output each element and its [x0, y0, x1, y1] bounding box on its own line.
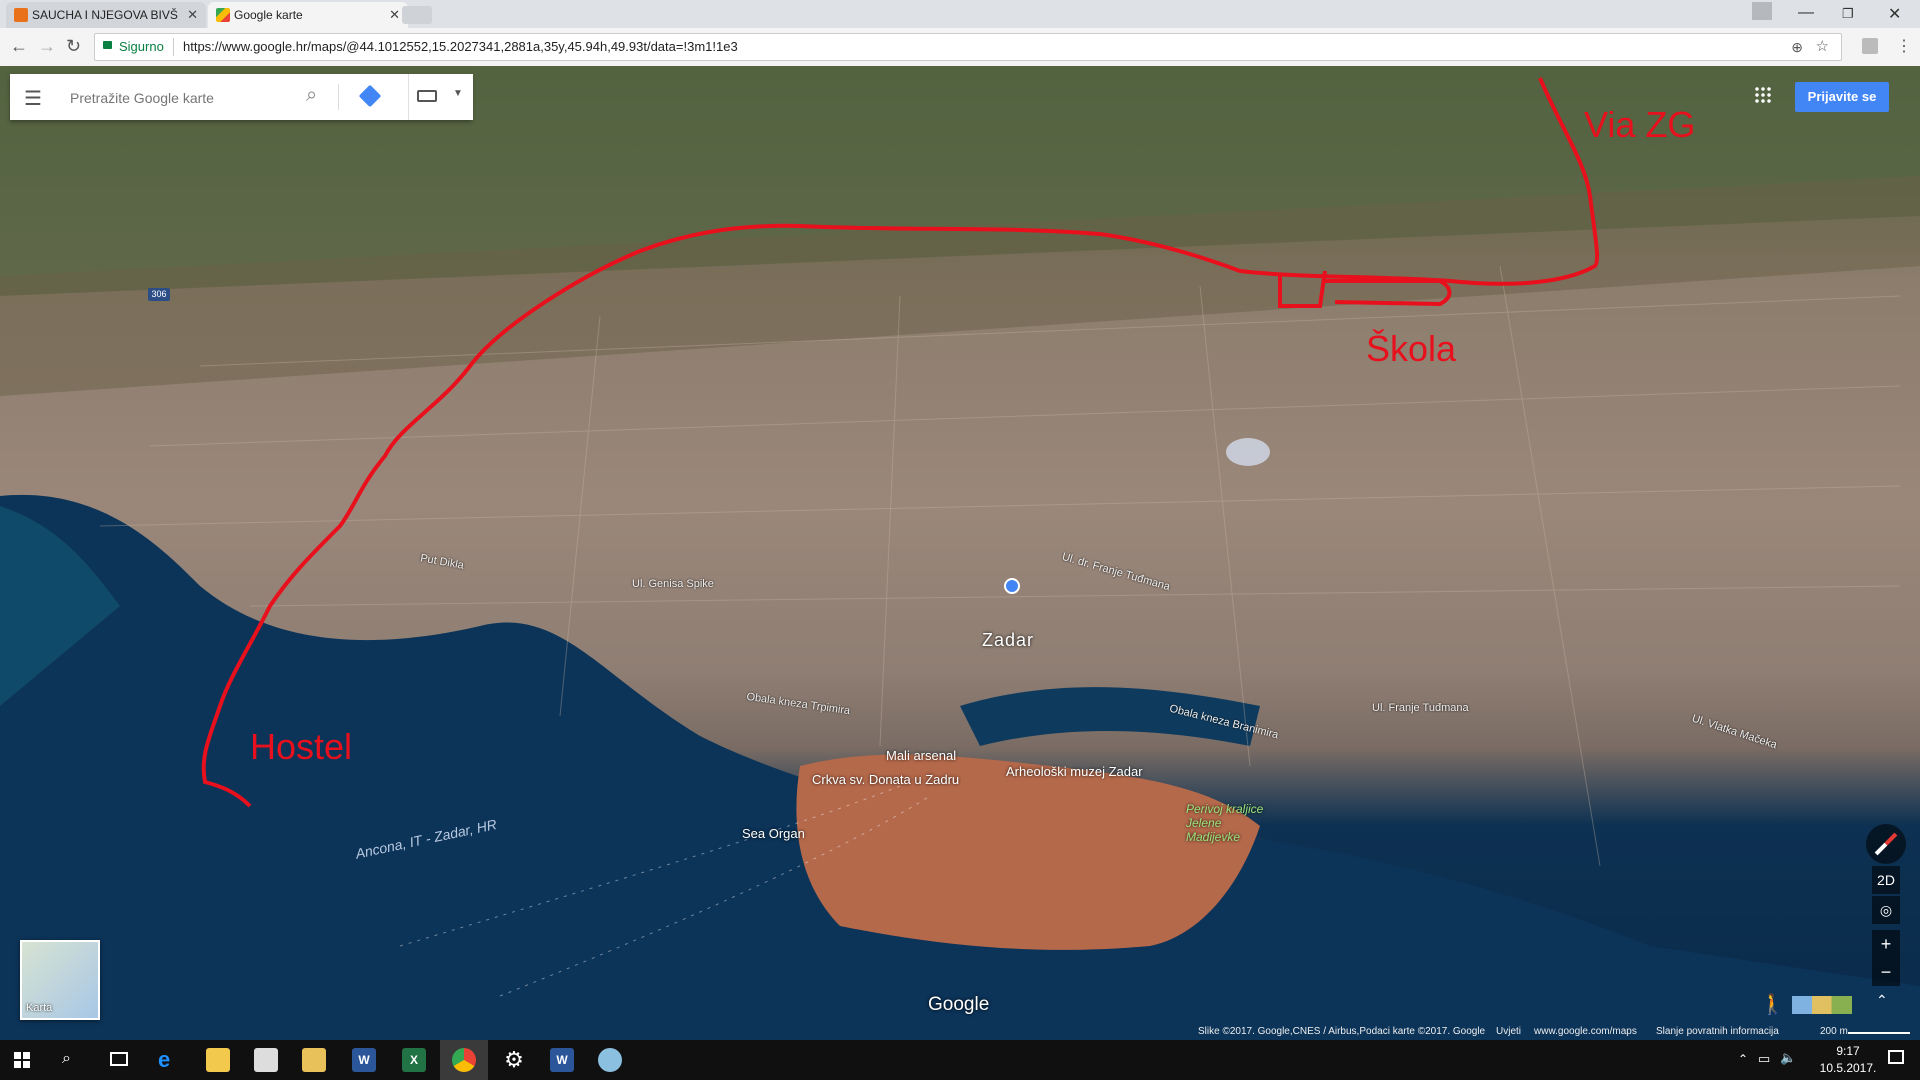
poi-label[interactable]: Arheološki muzej Zadar — [1006, 764, 1143, 779]
word-icon[interactable]: W — [550, 1048, 574, 1072]
clock-date[interactable]: 10.5.2017. — [1818, 1061, 1878, 1075]
edge-icon[interactable]: e — [158, 1048, 182, 1072]
folder-icon[interactable] — [302, 1048, 326, 1072]
view-2d-button[interactable]: 2D — [1872, 866, 1900, 894]
pegman-icon[interactable]: 🚶 — [1760, 992, 1785, 1018]
close-window-icon[interactable]: ✕ — [1888, 4, 1901, 24]
word-letter: W — [556, 1053, 568, 1067]
star-icon[interactable]: ☆ — [1816, 34, 1829, 60]
windows-taskbar: ⌕ e W X ⚙ W ⌃ ▭ 🔈 9:17 10.5.2017. — [0, 1040, 1920, 1080]
imagery-thumbnails[interactable] — [1792, 996, 1852, 1014]
browser-tab-strip: SAUCHA I NJEGOVA BIVŠ ✕ Google karte ✕ —… — [0, 0, 1920, 28]
feedback-link[interactable]: Slanje povratnih informacija — [1656, 1026, 1779, 1037]
poi-label[interactable]: Sea Organ — [742, 826, 805, 841]
excel-letter: X — [409, 1053, 418, 1067]
keyboard-icon[interactable] — [417, 90, 437, 102]
street-label: Ul. Franje Tuđmana — [1372, 702, 1469, 714]
tray-chevron-icon[interactable]: ⌃ — [1738, 1052, 1748, 1066]
extension-icon[interactable] — [1862, 38, 1878, 54]
road-shield: 306 — [148, 288, 170, 301]
credits-text: Slike ©2017. Google,CNES / Airbus,Podaci… — [1198, 1026, 1486, 1037]
zoom-in-button[interactable]: + — [1872, 930, 1900, 958]
close-icon[interactable]: ✕ — [187, 7, 198, 23]
scale-bar — [1848, 1032, 1910, 1034]
settings-icon[interactable]: ⚙ — [502, 1048, 526, 1072]
sports-hall — [1226, 438, 1270, 466]
map-footer: Slike ©2017. Google,CNES / Airbus,Podaci… — [1190, 1026, 1920, 1040]
sign-in-button[interactable]: Prijavite se — [1795, 82, 1889, 112]
chevron-up-icon[interactable]: ⌃ — [1876, 992, 1888, 1009]
file-explorer-icon[interactable] — [206, 1048, 230, 1072]
volume-icon[interactable]: 🔈 — [1780, 1050, 1796, 1066]
street-label: Ul. Genisa Spike — [632, 578, 714, 590]
chrome-icon[interactable] — [452, 1048, 476, 1072]
profile-icon[interactable] — [1752, 2, 1772, 20]
forward-icon[interactable]: → — [38, 36, 56, 57]
search-input[interactable] — [68, 86, 302, 110]
my-location-icon[interactable]: ◎ — [1872, 896, 1900, 924]
minimize-icon[interactable]: — — [1798, 4, 1814, 22]
tab-title: SAUCHA I NJEGOVA BIVŠ — [32, 8, 178, 22]
menu-icon[interactable]: ⋮ — [1896, 36, 1912, 56]
directions-icon[interactable] — [358, 84, 382, 108]
secure-label: Sigurno — [119, 39, 164, 54]
reload-icon[interactable]: ↻ — [66, 36, 81, 57]
map-imagery — [0, 66, 1920, 1040]
task-view-icon[interactable] — [110, 1052, 128, 1066]
google-logo: Google — [928, 994, 990, 1015]
location-icon[interactable]: ⊕ — [1791, 34, 1803, 60]
restore-icon[interactable]: ❐ — [1842, 6, 1854, 22]
input-tools: ▼ — [408, 74, 473, 120]
tab-saucha[interactable]: SAUCHA I NJEGOVA BIVŠ ✕ — [6, 2, 206, 28]
browser-toolbar: ← → ↻ Sigurno https://www.google.hr/maps… — [0, 28, 1920, 67]
chevron-down-icon[interactable]: ▼ — [453, 88, 463, 99]
poi-label[interactable]: Mali arsenal — [886, 748, 956, 763]
apps-grid-icon[interactable] — [1754, 86, 1772, 104]
scale-text: 200 m — [1820, 1026, 1848, 1037]
site-link[interactable]: www.google.com/maps — [1534, 1026, 1637, 1037]
play-icon — [14, 8, 28, 22]
annotation-skola: Škola — [1366, 328, 1457, 369]
hamburger-menu-icon[interactable]: ☰ — [24, 86, 42, 111]
close-icon[interactable]: ✕ — [389, 7, 400, 23]
excel-icon[interactable]: X — [402, 1048, 426, 1072]
minimap-label: Karta — [26, 1002, 53, 1014]
clock-time[interactable]: 9:17 — [1818, 1044, 1878, 1058]
network-icon[interactable]: ▭ — [1758, 1051, 1770, 1067]
poi-label[interactable]: Crkva sv. Donata u Zadru — [812, 772, 959, 787]
satellite-map[interactable]: Via ZG Škola Hostel Zadar Mali arsenal C… — [0, 66, 1920, 1040]
start-icon[interactable] — [14, 1052, 30, 1068]
word-letter: W — [358, 1053, 370, 1067]
word-icon[interactable]: W — [352, 1048, 376, 1072]
compass-icon[interactable] — [1866, 824, 1906, 864]
action-center-icon[interactable] — [1888, 1050, 1904, 1064]
divider — [338, 84, 339, 110]
park-label: Perivoj kraljice Jelene Madijevke — [1186, 802, 1264, 844]
store-icon[interactable] — [254, 1048, 278, 1072]
search-icon[interactable]: ⌕ — [306, 84, 317, 107]
maps-icon — [216, 8, 230, 22]
city-label: Zadar — [982, 630, 1035, 650]
zoom-out-button[interactable]: − — [1872, 958, 1900, 986]
compass-needle — [1874, 832, 1898, 856]
location-marker — [1004, 578, 1020, 594]
url-text: https://www.google.hr/maps/@44.1012552,1… — [183, 39, 738, 54]
search-box: ☰ ⌕ — [10, 74, 472, 120]
tab-title: Google karte — [234, 8, 303, 22]
divider — [173, 38, 174, 56]
annotation-hostel: Hostel — [250, 726, 353, 767]
minimap-toggle[interactable]: Karta — [20, 940, 100, 1020]
annotation-via-zg: Via ZG — [1584, 104, 1696, 145]
address-bar[interactable]: Sigurno https://www.google.hr/maps/@44.1… — [94, 33, 1842, 61]
new-tab-button[interactable] — [402, 6, 432, 24]
tab-google-karte[interactable]: Google karte ✕ — [208, 2, 408, 28]
terms-link[interactable]: Uvjeti — [1496, 1026, 1521, 1037]
back-icon[interactable]: ← — [10, 36, 28, 57]
search-icon[interactable]: ⌕ — [62, 1050, 71, 1068]
paint-icon[interactable] — [598, 1048, 622, 1072]
lock-icon — [103, 41, 112, 49]
